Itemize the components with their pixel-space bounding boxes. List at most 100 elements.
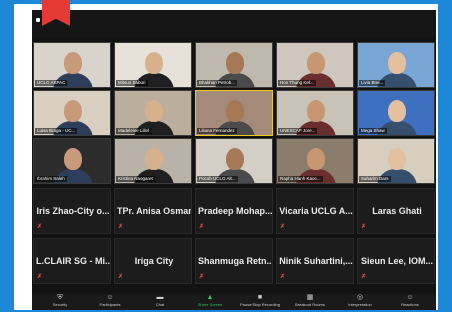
participant-face <box>64 100 82 122</box>
participant-face <box>145 100 163 122</box>
chat-icon: ▬ <box>156 294 164 301</box>
share-screen-icon: ▲ <box>206 294 214 301</box>
participant-display-name: Vicaria UCLG A... <box>279 206 353 216</box>
participant-name-label: Hon Thung Kel... <box>278 80 316 86</box>
participant-face <box>388 52 406 74</box>
participant-face <box>226 148 244 170</box>
participant-name-tile[interactable]: Pradeep Mohap... ✗ <box>195 188 273 234</box>
muted-mic-icon: ✗ <box>280 274 286 280</box>
participant-video-tile[interactable]: Bhakhan Petrob... <box>195 42 273 88</box>
toolbar-button-shield[interactable]: ⛨ Security <box>38 294 82 310</box>
participant-video-tile[interactable]: Ibrahim Saleh <box>33 138 111 184</box>
shield-icon: ⛨ <box>57 294 63 301</box>
muted-mic-icon: ✗ <box>280 224 286 230</box>
participant-name-tile[interactable]: L.CLAIR SG - Mi... ✗ <box>33 238 111 284</box>
globe-icon: ◎ <box>356 294 364 301</box>
participant-name-label: UCLG ASPAC <box>35 80 68 86</box>
participant-face <box>388 148 406 170</box>
toolbar-button-label: Interpretation <box>348 302 372 307</box>
participant-display-name: Laras Ghati <box>372 206 422 216</box>
participant-name-label: Bhakhan Petrob... <box>197 80 238 86</box>
participant-name-label: UNESCAP Jore... <box>278 128 318 134</box>
participant-face <box>64 52 82 74</box>
muted-mic-icon: ✗ <box>37 224 43 230</box>
record-icon: ■ <box>257 294 263 301</box>
participant-name-label: Saharim Dars <box>359 176 391 182</box>
toolbar-button-globe[interactable]: ◎ Interpretation <box>338 294 382 310</box>
toolbar-button-label: Share Screen <box>197 302 223 307</box>
participant-video-tile[interactable]: Mitsuo Saburi <box>114 42 192 88</box>
participants-icon: ☺ <box>106 294 114 301</box>
participant-name-label: Liliana Fernandez <box>197 128 237 134</box>
participant-display-name: TPr. Anisa Osman <box>117 206 191 216</box>
participant-video-tile[interactable]: Hon Thung Kel... <box>276 42 354 88</box>
toolbar-button-label: Pause/Stop Recording <box>239 302 281 307</box>
toolbar-button-label: Participants <box>99 302 121 307</box>
participant-display-name: L.CLAIR SG - Mi... <box>36 256 110 266</box>
participant-name-tile[interactable]: Laras Ghati ✗ <box>357 188 435 234</box>
participant-video-tile[interactable]: Kristina Naogaret <box>114 138 192 184</box>
participant-face <box>388 100 406 122</box>
participant-name-label: Ibrahim Saleh <box>35 176 67 182</box>
participant-face <box>145 148 163 170</box>
participant-name-label: Rapha Hanh Kaoc... <box>278 176 323 182</box>
participant-video-tile[interactable]: Rapha Hanh Kaoc... <box>276 138 354 184</box>
muted-mic-icon: ✗ <box>199 274 205 280</box>
toolbar-button-record[interactable]: ■ Pause/Stop Recording <box>238 294 282 310</box>
participant-display-name: Iris Zhao-City o... <box>36 206 110 216</box>
zoom-meeting-window: UCLG ASPAC Mitsuo Saburi Bhakhan Petrob...… <box>32 10 436 310</box>
toolbar-button-label: Security <box>52 302 68 307</box>
participant-name-tile[interactable]: Vicaria UCLG A... ✗ <box>276 188 354 234</box>
participant-face <box>64 148 82 170</box>
participant-video-tile[interactable]: Luisa Braga - UC... <box>33 90 111 136</box>
participant-face <box>226 52 244 74</box>
participant-video-tile[interactable]: Mega Shaw <box>357 90 435 136</box>
window-icon <box>36 18 40 22</box>
breakout-icon: ▦ <box>306 294 314 301</box>
participant-name-tile[interactable]: Sieun Lee, IOM... ✗ <box>357 238 435 284</box>
toolbar-button-reaction[interactable]: ☺ Reactions <box>388 294 432 310</box>
participant-name-label: Luisa Braga - UC... <box>35 128 78 134</box>
muted-mic-icon: ✗ <box>199 224 205 230</box>
participant-name-label: Mega Shaw <box>359 128 387 134</box>
reaction-icon: ☺ <box>406 294 414 301</box>
participant-name-tile[interactable]: TPr. Anisa Osman ✗ <box>114 188 192 234</box>
participant-display-name: Shanmuga Retn... <box>198 256 272 266</box>
participant-face <box>307 52 325 74</box>
participant-name-label: Pocob UCLG Alt... <box>197 176 238 182</box>
toolbar-button-share-screen[interactable]: ▲ Share Screen <box>188 294 232 310</box>
participant-face <box>307 148 325 170</box>
participant-display-name: Pradeep Mohap... <box>198 206 272 216</box>
toolbar-button-chat[interactable]: ▬ Chat <box>138 294 182 310</box>
participant-video-tile[interactable]: Livia Brei... <box>357 42 435 88</box>
toolbar-button-breakout[interactable]: ▦ Breakout Rooms <box>288 294 332 310</box>
participant-name-tile[interactable]: Iris Zhao-City o... ✗ <box>33 188 111 234</box>
participant-name-tile[interactable]: Ninik Suhartini,... ✗ <box>276 238 354 284</box>
participant-name-label: Madeleine Lillel <box>116 128 152 134</box>
muted-mic-icon: ✗ <box>118 274 124 280</box>
toolbar-button-participants[interactable]: ☺ Participants <box>88 294 132 310</box>
participant-video-tile[interactable]: UCLG ASPAC <box>33 42 111 88</box>
muted-mic-icon: ✗ <box>37 274 43 280</box>
participant-face <box>307 100 325 122</box>
muted-mic-icon: ✗ <box>361 274 367 280</box>
participant-display-name: Ninik Suhartini,... <box>279 256 353 266</box>
participant-display-name: Sieun Lee, IOM... <box>360 256 433 266</box>
participant-name-tile[interactable]: Iriga City ✗ <box>114 238 192 284</box>
participant-video-tile[interactable]: UNESCAP Jore... <box>276 90 354 136</box>
participant-video-tile[interactable]: Liliana Fernandez <box>195 90 273 136</box>
participant-video-tile[interactable]: Pocob UCLG Alt... <box>195 138 273 184</box>
muted-mic-icon: ✗ <box>361 224 367 230</box>
participant-display-name: Iriga City <box>134 256 174 266</box>
participant-video-tile[interactable]: Madeleine Lillel <box>114 90 192 136</box>
toolbar-button-label: Reactions <box>401 302 419 307</box>
toolbar-button-label: Breakout Rooms <box>295 302 325 307</box>
participant-face <box>145 52 163 74</box>
toolbar-button-label: Chat <box>155 302 165 307</box>
top-bar <box>32 10 436 38</box>
participant-name-tile[interactable]: Shanmuga Retn... ✗ <box>195 238 273 284</box>
participant-video-tile[interactable]: Saharim Dars <box>357 138 435 184</box>
participant-name-label: Kristina Naogaret <box>116 176 155 182</box>
meeting-toolbar: ⛨ Security ☺ Participants ▬ Chat ▲ Share Screen… <box>32 294 436 310</box>
muted-mic-icon: ✗ <box>118 224 124 230</box>
